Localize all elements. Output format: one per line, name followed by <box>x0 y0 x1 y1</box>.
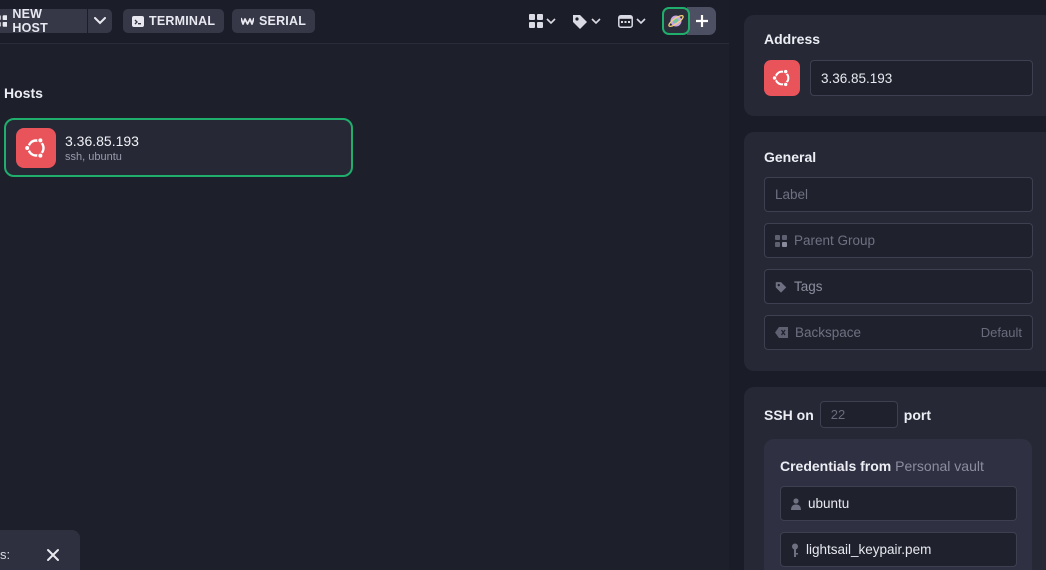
key-value: lightsail_keypair.pem <box>806 542 932 557</box>
parent-group-placeholder: Parent Group <box>794 233 876 248</box>
credentials-title: Credentials from Personal vault <box>780 458 984 474</box>
host-card[interactable]: 3.36.85.193 ssh, ubuntu <box>4 118 353 177</box>
tags-placeholder: Tags <box>794 279 823 294</box>
grid-icon <box>0 15 8 27</box>
hosts-section-title: Hosts <box>4 85 43 101</box>
port-input[interactable]: 22 <box>819 401 898 428</box>
address-title: Address <box>764 31 821 47</box>
serial-button[interactable]: SERIAL <box>232 9 316 33</box>
backspace-icon <box>775 327 788 338</box>
hosts-toolbar: NEW HOST TERMINAL SERIAL <box>0 0 729 44</box>
credentials-from-label: Credentials from <box>780 458 892 474</box>
address-panel: Address 3.36.85.193 <box>744 15 1046 116</box>
planet-icon <box>668 15 684 27</box>
toast-notification: s: <box>0 530 80 570</box>
backspace-select[interactable]: Backspace Default <box>764 315 1033 350</box>
port-placeholder: 22 <box>830 407 846 422</box>
ubuntu-icon <box>16 128 56 168</box>
backspace-value: Default <box>980 325 1022 340</box>
chevron-down-icon <box>94 17 106 25</box>
username-value: ubuntu <box>808 496 850 511</box>
ssh-port-row: SSH on 22 port <box>764 401 931 428</box>
avatar[interactable] <box>662 7 690 35</box>
tag-icon <box>775 281 787 293</box>
calendar-icon <box>618 14 633 28</box>
username-input[interactable]: ubuntu <box>780 486 1017 521</box>
toast-text: s: <box>0 547 11 562</box>
plus-icon <box>695 15 708 27</box>
new-host-label: NEW HOST <box>12 7 48 35</box>
tags-input[interactable]: Tags <box>764 269 1033 304</box>
key-icon <box>792 543 798 557</box>
grid-view-icon <box>529 14 543 28</box>
group-icon <box>775 234 787 247</box>
hosts-pane: NEW HOST TERMINAL SERIAL Hosts 3.36.85.1… <box>0 0 729 570</box>
terminal-icon <box>132 15 144 27</box>
terminal-label: TERMINAL <box>149 14 216 28</box>
new-host-dropdown-button[interactable] <box>88 9 112 33</box>
serial-icon <box>241 17 254 25</box>
serial-label: SERIAL <box>259 14 307 28</box>
label-input[interactable]: Label <box>764 177 1033 212</box>
host-subtitle: ssh, ubuntu <box>65 151 122 163</box>
tag-icon <box>573 14 587 29</box>
backspace-label: Backspace <box>795 325 862 340</box>
key-input[interactable]: lightsail_keypair.pem <box>780 532 1017 567</box>
chevron-down-icon <box>591 17 601 24</box>
ubuntu-icon <box>764 60 800 96</box>
add-button[interactable] <box>687 7 716 35</box>
host-name: 3.36.85.193 <box>65 133 139 149</box>
port-label: port <box>903 406 931 423</box>
tags-filter-toggle[interactable] <box>572 10 601 32</box>
credentials-source-link[interactable]: Personal vault <box>895 458 984 474</box>
label-placeholder: Label <box>775 187 809 202</box>
sort-options-toggle[interactable] <box>618 10 646 32</box>
terminal-button[interactable]: TERMINAL <box>123 9 225 33</box>
general-title: General <box>764 149 817 165</box>
new-host-button[interactable]: NEW HOST <box>0 7 87 35</box>
chevron-down-icon <box>636 17 646 24</box>
user-icon <box>791 497 801 510</box>
address-value: 3.36.85.193 <box>821 70 893 86</box>
credentials-box: Credentials from Personal vault ubuntu l… <box>764 439 1032 570</box>
address-input[interactable]: 3.36.85.193 <box>810 60 1033 96</box>
ssh-on-label: SSH on <box>764 406 814 423</box>
ssh-panel: SSH on 22 port Credentials from Personal… <box>744 387 1046 570</box>
layout-view-toggle[interactable] <box>529 10 556 32</box>
chevron-down-icon <box>546 17 556 24</box>
host-details-pane: Address 3.36.85.193 General Label Parent… <box>729 0 1046 570</box>
close-icon[interactable] <box>46 548 60 562</box>
parent-group-input[interactable]: Parent Group <box>764 223 1033 258</box>
general-panel: General Label Parent Group Tags Backspac… <box>744 132 1046 371</box>
